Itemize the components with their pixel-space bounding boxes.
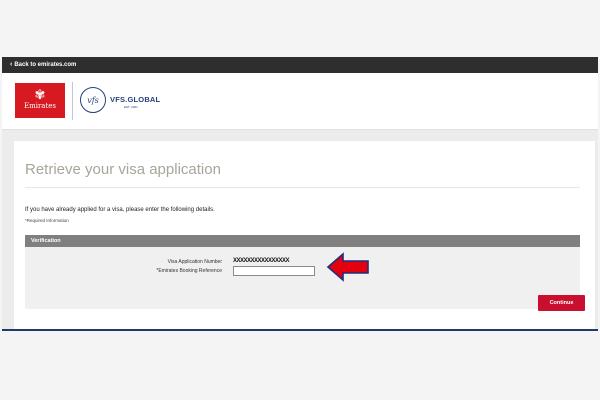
verification-title: Verification <box>31 238 61 244</box>
page-title: Retrieve your visa application <box>25 161 221 178</box>
app-number-value: XXXXXXXXXXXXXXXX <box>233 258 290 264</box>
back-link-label: Back to emirates.com <box>14 62 77 68</box>
emirates-logo[interactable]: ✾ Emirates <box>15 83 65 118</box>
vfs-est: EST. 2001 <box>124 105 138 109</box>
vfs-global-name: VFS.GLOBAL <box>110 95 161 104</box>
verification-form: Visa Application Number XXXXXXXXXXXXXXXX… <box>25 247 585 311</box>
red-arrow-left-icon <box>326 252 369 282</box>
vfs-global-logo: VFS.GLOBAL EST. 2001 <box>110 95 160 109</box>
top-bar: ‹ Back to emirates.com <box>2 57 598 73</box>
booking-ref-label: *Emirates Booking Reference <box>156 268 222 274</box>
required-note: *Required Information <box>25 218 69 223</box>
emirates-calligraphy-icon: ✾ <box>34 88 46 103</box>
intro-text: If you have already applied for a visa, … <box>25 207 215 213</box>
verification-header: Verification <box>25 235 580 247</box>
app-number-label: Visa Application Number <box>167 259 222 265</box>
back-link[interactable]: ‹ Back to emirates.com <box>10 57 76 73</box>
logo-divider <box>72 82 73 120</box>
vfs-emblem-icon: vfs <box>80 87 106 113</box>
emirates-logo-text: Emirates <box>23 102 57 110</box>
browser-screenshot: ‹ Back to emirates.com ✾ Emirates vfs VF… <box>2 57 598 329</box>
chevron-left-icon: ‹ <box>10 61 13 68</box>
title-divider <box>25 187 580 188</box>
booking-ref-input[interactable] <box>233 266 315 276</box>
continue-button[interactable]: Continue <box>538 295 585 311</box>
retrieve-card: Retrieve your visa application If you ha… <box>14 141 595 329</box>
brand-header: ✾ Emirates vfs VFS.GLOBAL EST. 2001 <box>2 73 598 130</box>
